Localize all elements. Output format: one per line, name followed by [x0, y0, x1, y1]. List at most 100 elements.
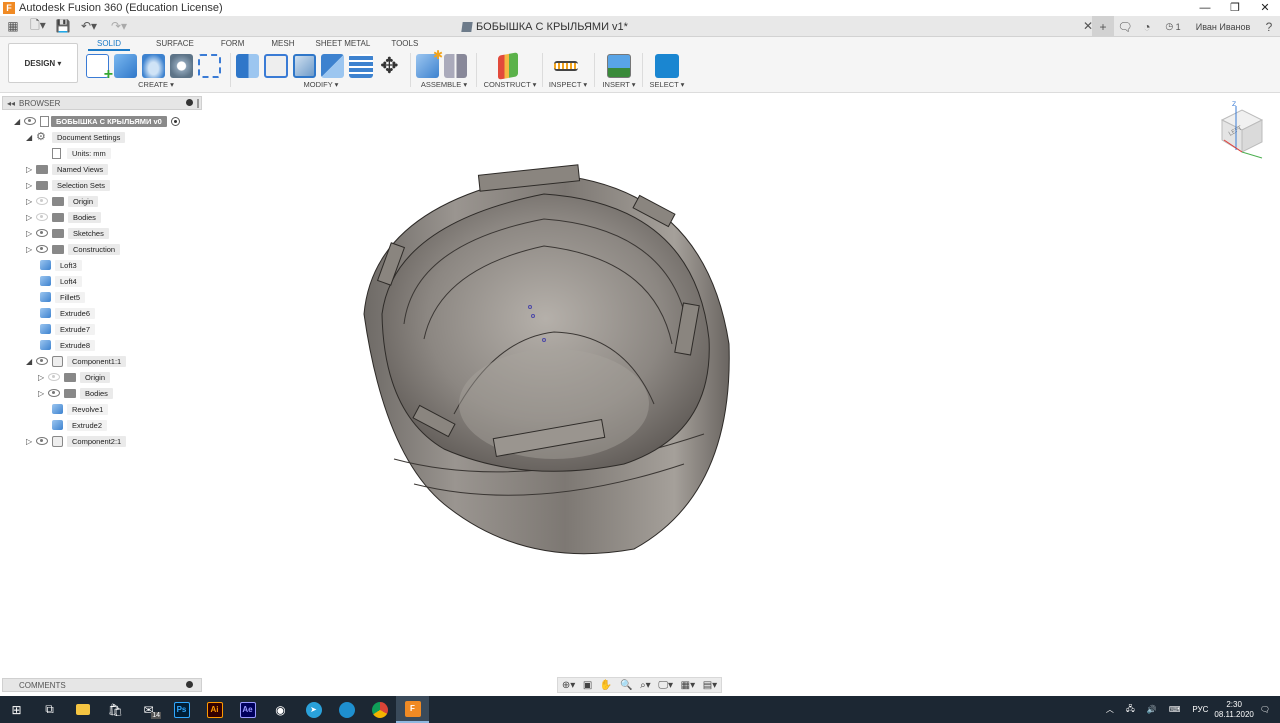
tab-form[interactable]: FORM [203, 39, 254, 51]
expand-arrow-icon[interactable]: ◢ [26, 357, 36, 366]
tree-item-component2[interactable]: ▷ Component2:1 [26, 434, 127, 448]
tree-item-extrude6[interactable]: Extrude6 [40, 306, 96, 320]
cortana-icon[interactable]: ◉ [264, 696, 297, 723]
tree-item-component1-origin[interactable]: ▷ Origin [38, 370, 111, 384]
close-window-button[interactable]: ✕ [1250, 0, 1280, 16]
tree-item-named-views[interactable]: ▷ Named Views [26, 162, 109, 176]
visibility-eye-icon[interactable] [24, 117, 36, 125]
comments-panel[interactable]: COMMENTS [2, 678, 202, 692]
tab-sheet-metal[interactable]: SHEET METAL [304, 39, 380, 51]
chrome-icon[interactable] [363, 696, 396, 723]
visibility-eye-icon[interactable] [36, 213, 48, 221]
clock[interactable]: 2:30 08.11.2020 [1214, 700, 1253, 720]
tab-solid[interactable]: SOLID [88, 39, 131, 51]
joint-icon[interactable] [444, 54, 467, 78]
after-effects-icon[interactable]: Ae [231, 696, 264, 723]
extrude-icon[interactable] [114, 54, 137, 78]
select-tool-icon[interactable] [655, 54, 679, 78]
zoom-icon[interactable]: 🔍 [620, 680, 632, 691]
hole-icon[interactable] [169, 54, 193, 78]
expand-arrow-icon[interactable]: ▷ [26, 437, 36, 446]
illustrator-icon[interactable]: Ai [198, 696, 231, 723]
expand-arrow-icon[interactable]: ▷ [38, 389, 48, 398]
pan-hand-icon[interactable]: ✋ [600, 680, 612, 691]
volume-icon[interactable]: 🔊 [1147, 705, 1157, 714]
offset-plane-icon[interactable] [497, 52, 518, 80]
grid-settings-icon[interactable]: ▦▾ [681, 680, 695, 691]
add-comment-icon[interactable] [186, 681, 193, 688]
keyboard-icon[interactable]: ⌨ [1169, 705, 1181, 714]
viewports-icon[interactable]: ▤▾ [703, 680, 717, 691]
tree-item-units[interactable]: Units: mm [52, 146, 111, 160]
mail-icon[interactable]: ✉ 14 [132, 696, 165, 723]
maximize-button[interactable]: ❐ [1220, 0, 1250, 16]
create-sketch-icon[interactable] [86, 54, 113, 84]
minimize-button[interactable]: — [1190, 0, 1220, 16]
orbit-icon[interactable]: ⊕▾ [562, 680, 575, 691]
tree-item-extrude7[interactable]: Extrude7 [40, 322, 96, 336]
move-copy-icon[interactable]: ✥ [378, 54, 401, 78]
tree-item-origin[interactable]: ▷ Origin [26, 194, 99, 208]
language-indicator[interactable]: РУС [1192, 705, 1208, 714]
split-body-icon[interactable] [349, 54, 373, 78]
user-name[interactable]: Иван Иванов [1188, 16, 1258, 37]
new-component-icon[interactable] [416, 48, 443, 78]
tree-item-selection-sets[interactable]: ▷ Selection Sets [26, 178, 110, 192]
tree-item-component1-bodies[interactable]: ▷ Bodies [38, 386, 113, 400]
action-center-icon[interactable]: 🗨 [1260, 705, 1270, 714]
expand-arrow-icon[interactable]: ▷ [26, 245, 36, 254]
assemble-menu[interactable]: ASSEMBLE ▾ [416, 80, 472, 89]
network-icon[interactable]: 🖧 [1126, 703, 1135, 717]
expand-arrow-icon[interactable]: ▷ [26, 229, 36, 238]
tree-item-document-settings[interactable]: ◢ ⚙ Document Settings [26, 130, 126, 144]
tree-item-extrude2[interactable]: Extrude2 [52, 418, 108, 432]
fillet-icon[interactable] [264, 54, 288, 78]
panel-grip-icon[interactable] [197, 99, 199, 108]
revolve-icon[interactable] [141, 54, 165, 78]
tree-item-construction[interactable]: ▷ Construction [26, 242, 121, 256]
inspect-menu[interactable]: INSPECT ▾ [548, 80, 588, 89]
tab-tools[interactable]: TOOLS [379, 39, 427, 51]
expand-arrow-icon[interactable]: ▷ [26, 181, 36, 190]
telegram-icon[interactable]: ➤ [297, 696, 330, 723]
select-menu[interactable]: SELECT ▾ [648, 80, 686, 89]
fusion360-taskbar-icon[interactable]: F [396, 696, 429, 723]
help-icon[interactable]: ? [1258, 16, 1280, 37]
tree-item-loft4[interactable]: Loft4 [40, 274, 82, 288]
tree-item-fillet5[interactable]: Fillet5 [40, 290, 86, 304]
create-menu[interactable]: CREATE ▾ [86, 80, 226, 89]
visibility-eye-icon[interactable] [48, 389, 60, 397]
visibility-eye-icon[interactable] [36, 245, 48, 253]
shell-icon[interactable] [292, 54, 317, 78]
visibility-eye-icon[interactable] [36, 197, 48, 205]
job-status-icon[interactable]: ◔ [1136, 16, 1158, 37]
press-pull-icon[interactable] [236, 54, 260, 78]
insert-canvas-icon[interactable] [607, 54, 631, 78]
edge-icon[interactable] [330, 696, 363, 723]
visibility-eye-icon[interactable] [36, 229, 48, 237]
measure-icon[interactable] [553, 61, 578, 71]
tab-mesh[interactable]: MESH [253, 39, 303, 51]
activate-radio-icon[interactable] [170, 116, 180, 126]
store-icon[interactable]: 🛍 [99, 696, 132, 723]
view-cube-icon[interactable]: LEFT Z [1212, 100, 1272, 160]
canvas-viewport[interactable]: LEFT Z [204, 94, 1280, 676]
new-tab-plus-icon[interactable]: + [1092, 16, 1114, 37]
construct-menu[interactable]: CONSTRUCT ▾ [482, 80, 538, 89]
expand-arrow-icon[interactable]: ▷ [26, 165, 36, 174]
look-at-icon[interactable]: ▣ [583, 680, 592, 691]
expand-arrow-icon[interactable]: ▷ [38, 373, 48, 382]
tree-item-component1[interactable]: ◢ Component1:1 [26, 354, 127, 368]
combine-icon[interactable] [321, 54, 345, 78]
visibility-eye-icon[interactable] [48, 373, 60, 381]
clock-badge-icon[interactable]: ◷ 1 [1158, 16, 1188, 37]
display-settings-icon[interactable]: 🖵▾ [658, 680, 673, 691]
pin-icon[interactable] [186, 99, 193, 106]
tree-root[interactable]: ◢ БОБЫШКА С КРЫЛЬЯМИ v0 [14, 114, 180, 128]
notifications-chat-icon[interactable]: 🗨 [1114, 16, 1136, 37]
tree-item-loft3[interactable]: Loft3 [40, 258, 82, 272]
modify-menu[interactable]: MODIFY ▾ [236, 80, 406, 89]
expand-arrow-icon[interactable]: ◢ [14, 117, 24, 126]
collapse-icon[interactable]: ◂◂ [7, 99, 15, 108]
tree-item-sketches[interactable]: ▷ Sketches [26, 226, 109, 240]
